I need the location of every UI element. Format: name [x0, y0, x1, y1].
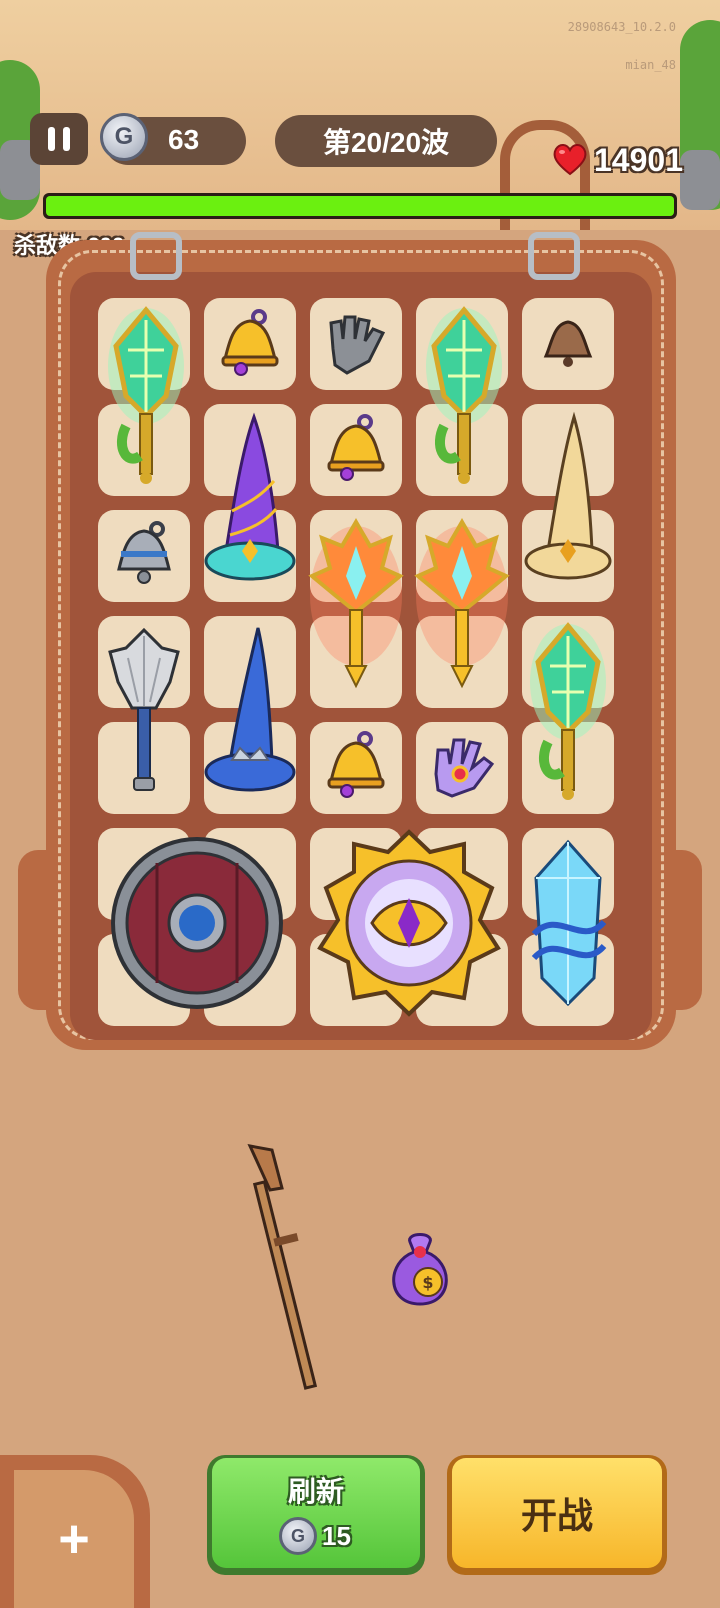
flame-scepter-item-2[interactable]: [414, 508, 510, 703]
money-bag-item[interactable]: $: [378, 1226, 462, 1310]
silver-mace-item[interactable]: [98, 614, 190, 809]
flame-scepter-item[interactable]: [308, 508, 404, 703]
hp-bar-fill: [46, 196, 674, 216]
coin-icon: G: [279, 1517, 317, 1555]
emerald-staff-item-2[interactable]: [416, 298, 512, 493]
coin-icon: G: [100, 113, 148, 161]
silver-bell-item[interactable]: [98, 508, 190, 600]
hp-bar: [43, 193, 677, 219]
golden-bell-item-3[interactable]: [310, 720, 402, 812]
build-watermark: 28908643_10.2.0: [567, 20, 676, 34]
wooden-spear-item[interactable]: [240, 1140, 350, 1400]
rock-right: [680, 150, 720, 210]
refresh-label: 刷新: [287, 1476, 344, 1507]
user-watermark: mian_48: [625, 58, 676, 72]
refresh-cost: 15: [322, 1521, 351, 1551]
round-shield-item[interactable]: [98, 825, 296, 1020]
blue-wizard-hat-item[interactable]: [204, 614, 296, 809]
heart-icon: [553, 144, 587, 176]
golden-bell-item-2[interactable]: [310, 403, 402, 495]
pause-icon: [44, 127, 74, 151]
plus-icon[interactable]: +: [14, 1470, 134, 1608]
purple-glove-item[interactable]: [416, 720, 508, 812]
emerald-staff-item-3[interactable]: [522, 614, 614, 809]
bag-clip-left: [130, 232, 182, 280]
golden-bell-item[interactable]: [204, 298, 296, 390]
golden-sun-shield-item[interactable]: [310, 825, 508, 1020]
emerald-staff-item[interactable]: [98, 298, 194, 493]
coin-value: 63: [168, 124, 200, 155]
gray-glove-item[interactable]: [310, 298, 402, 390]
pause-button[interactable]: [30, 113, 88, 165]
start-battle-label[interactable]: 开战: [452, 1458, 662, 1568]
ice-crystal-item[interactable]: [522, 825, 614, 1020]
wave-indicator: 第20/20波: [275, 115, 497, 167]
bag-clip-right: [528, 232, 580, 280]
hp-value: 14901: [594, 142, 683, 178]
brown-bell-item[interactable]: [522, 298, 614, 390]
svg-text:$: $: [422, 1273, 433, 1292]
cream-wizard-hat-item[interactable]: [522, 403, 614, 598]
purple-wizard-hat-item[interactable]: [204, 403, 296, 598]
